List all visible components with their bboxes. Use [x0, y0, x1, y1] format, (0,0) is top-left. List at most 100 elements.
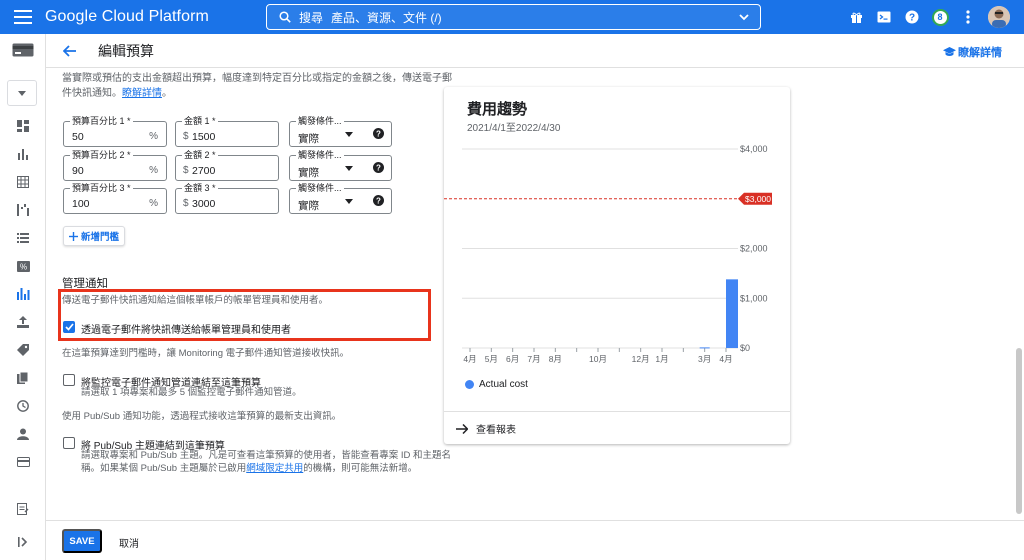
x-tick-label: 3月 — [698, 354, 711, 364]
add-threshold-button[interactable]: 新增門檻 — [63, 226, 125, 246]
amount-field[interactable]: 金額 3 * $3000 — [175, 182, 279, 214]
caret-down-icon — [345, 199, 353, 204]
x-tick-label: 4月 — [463, 354, 476, 364]
collapse-nav-icon[interactable] — [11, 530, 35, 554]
trigger-label: 觸發條件... — [296, 182, 344, 194]
payment-card-icon[interactable] — [11, 450, 35, 474]
documents-icon[interactable] — [11, 366, 35, 390]
search-bar[interactable]: 搜尋 產品、資源、文件 (/) — [266, 4, 761, 30]
pubsub-desc: 使用 Pub/Sub 通知功能，透過程式接收這筆預算的最新支出資訊。 — [62, 411, 342, 422]
cost-breakdown-icon[interactable] — [11, 198, 35, 222]
cloud-shell-icon[interactable] — [872, 5, 896, 29]
help-circle-icon[interactable]: ? — [373, 162, 384, 173]
percent-suffix: % — [149, 165, 158, 176]
percent-suffix: % — [149, 198, 158, 209]
svg-text:%: % — [19, 262, 26, 271]
intro-learn-more-link[interactable]: 瞭解詳情 — [122, 88, 162, 99]
x-tick-label: 5月 — [485, 354, 498, 364]
vertical-scrollbar[interactable] — [1016, 348, 1022, 514]
currency-prefix: $ — [183, 165, 189, 176]
svg-text:?: ? — [376, 130, 381, 139]
admin-email-checkbox[interactable] — [63, 321, 75, 333]
gift-icon[interactable] — [844, 5, 868, 29]
card-divider — [444, 411, 790, 412]
budget-percent-field[interactable]: 預算百分比 1 * 50% — [63, 115, 167, 147]
caret-down-icon — [18, 90, 26, 96]
back-arrow-icon[interactable] — [60, 41, 80, 61]
percent-suffix: % — [149, 131, 158, 142]
account-selector-dropdown[interactable] — [7, 80, 37, 106]
brand-title[interactable]: Google Cloud Platform — [45, 8, 209, 26]
overview-icon[interactable] — [11, 114, 35, 138]
help-circle-icon[interactable]: ? — [373, 195, 384, 206]
domain-restricted-sharing-link[interactable]: 網域限定共用 — [246, 463, 303, 474]
form-footer: SAVE 取消 — [46, 520, 1024, 560]
x-tick-label: 6月 — [506, 354, 519, 364]
account-icon[interactable] — [11, 422, 35, 446]
chart-legend: Actual cost — [465, 379, 528, 390]
monitor-channel-checkbox[interactable] — [63, 374, 75, 386]
x-tick-label: 8月 — [549, 354, 562, 364]
trigger-select[interactable]: 觸發條件... 實際? — [289, 149, 392, 181]
amount-label: 金額 3 * — [182, 182, 218, 194]
budget-percent-value: 100 — [72, 198, 90, 210]
school-icon — [943, 47, 956, 56]
table-icon[interactable] — [11, 170, 35, 194]
pubsub-checkbox[interactable] — [63, 437, 75, 449]
svg-text:?: ? — [909, 13, 915, 24]
amount-field[interactable]: 金額 2 * $2700 — [175, 149, 279, 181]
notifications-badge[interactable]: 8 — [928, 5, 952, 29]
history-icon[interactable] — [11, 394, 35, 418]
budget-label: $3,000 — [745, 194, 771, 204]
x-tick-label: 10月 — [589, 354, 607, 364]
bar — [699, 347, 710, 349]
caret-down-icon — [345, 132, 353, 137]
cancel-button[interactable]: 取消 — [119, 535, 139, 550]
currency-prefix: $ — [183, 198, 189, 209]
amount-field[interactable]: 金額 1 * $1500 — [175, 115, 279, 147]
page-header: 編輯預算 瞭解詳情 — [46, 34, 1024, 68]
help-icon[interactable]: ? — [900, 5, 924, 29]
hamburger-menu-icon[interactable] — [11, 5, 35, 29]
y-tick-label: $2,000 — [740, 244, 768, 254]
y-tick-label: $0 — [740, 343, 750, 353]
pubsub-help-line1: 請選取專案和 Pub/Sub 主題。凡是可查看這筆預算的使用者，皆能查看專案 I… — [81, 450, 452, 461]
budget-percent-field[interactable]: 預算百分比 2 * 90% — [63, 149, 167, 181]
left-nav-rail: % — [0, 34, 46, 560]
release-notes-icon[interactable] — [11, 497, 35, 521]
search-placeholder: 產品、資源、文件 (/) — [331, 10, 442, 25]
view-report-link[interactable]: 查看報表 — [456, 421, 516, 436]
pubsub-help-line2: 稱。如果某個 Pub/Sub 主題屬於已啟用網域限定共用的機構，則可能無法新增。 — [81, 463, 418, 474]
billing-icon[interactable] — [11, 38, 35, 62]
main-content: 當實際或預估的支出金額超出預算，幅度達到特定百分比或指定的金額之後，傳送電子郵件… — [46, 68, 1024, 520]
search-label: 搜尋 — [299, 10, 324, 25]
amount-label: 金額 2 * — [182, 149, 218, 161]
budget-percent-field[interactable]: 預算百分比 3 * 100% — [63, 182, 167, 214]
tag-icon[interactable] — [11, 338, 35, 362]
more-vert-icon[interactable] — [956, 5, 980, 29]
chevron-down-icon[interactable] — [738, 11, 750, 23]
legend-swatch — [465, 380, 474, 389]
svg-text:?: ? — [376, 197, 381, 206]
cost-trend-chart: $0 $1,000 $2,000 $4,000 4月 5月 6月 7月 8月 10月 12月 1月 3月… — [444, 144, 772, 364]
y-tick-label: $1,000 — [740, 293, 768, 303]
y-tick-label: $4,000 — [740, 144, 768, 154]
budgets-icon[interactable] — [11, 282, 35, 306]
upload-icon[interactable] — [11, 310, 35, 334]
budget-percent-value: 90 — [72, 165, 84, 177]
avatar[interactable] — [988, 6, 1010, 28]
x-tick-label: 4月 — [719, 354, 732, 364]
trigger-select[interactable]: 觸發條件... 實際? — [289, 182, 392, 214]
plus-icon — [68, 231, 78, 241]
legend-label: Actual cost — [479, 379, 528, 390]
save-button[interactable]: SAVE — [62, 529, 102, 553]
percent-icon[interactable]: % — [11, 254, 35, 278]
trigger-select[interactable]: 觸發條件... 實際? — [289, 115, 392, 147]
reports-icon[interactable] — [11, 142, 35, 166]
learn-more-link[interactable]: 瞭解詳情 — [943, 44, 1002, 60]
page-title: 編輯預算 — [98, 42, 154, 59]
trigger-value: 實際 — [298, 167, 319, 179]
help-circle-icon[interactable]: ? — [373, 128, 384, 139]
monitor-help: 請選取 1 項專案和最多 5 個監控電子郵件通知管道。 — [81, 387, 302, 398]
list-icon[interactable] — [11, 226, 35, 250]
